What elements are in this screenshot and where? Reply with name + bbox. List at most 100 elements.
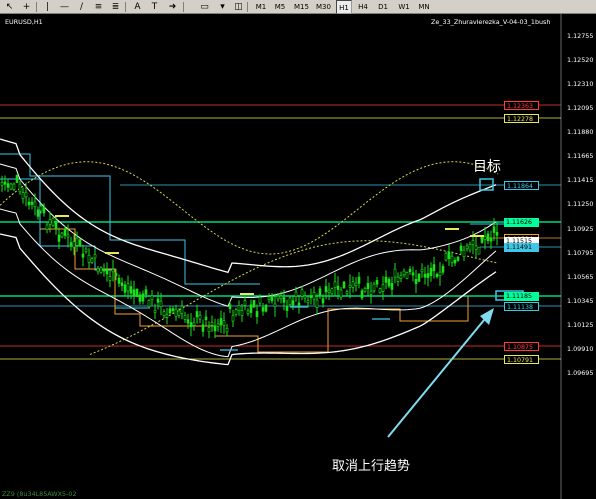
- label-tool-icon[interactable]: T: [148, 1, 161, 12]
- candle-body: [471, 240, 475, 245]
- candle-body: [474, 245, 478, 250]
- candle-body: [384, 276, 388, 283]
- timeframe-m30-button[interactable]: M30: [314, 0, 333, 14]
- candle-body: [297, 302, 301, 307]
- candle-body: [231, 315, 235, 322]
- candle-body: [234, 309, 238, 315]
- candle-body: [78, 239, 82, 247]
- candle-body: [486, 233, 490, 242]
- chart-toolbar: ↖ + | — ∕ ≡ ≣ A T ➜ ▭ ▾ ◫ M1 M5 M15 M30 H1 H4…: [0, 0, 596, 14]
- price-tick-label: 1.10925: [567, 225, 594, 233]
- price-tag-l9: 1.11138: [504, 302, 539, 311]
- candle-body: [294, 291, 298, 297]
- candle-body: [138, 294, 142, 302]
- candle-body: [159, 300, 163, 308]
- timeframe-mn-button[interactable]: MN: [416, 0, 432, 14]
- trendline-icon[interactable]: ∕: [75, 1, 88, 12]
- candle-body: [99, 267, 103, 273]
- candle-body: [96, 268, 100, 273]
- symbol-label: EURUSD,H1: [5, 18, 43, 26]
- candle-body: [126, 283, 130, 292]
- vertical-line-icon[interactable]: |: [41, 1, 54, 12]
- timeframe-h1-button[interactable]: H1: [336, 0, 352, 14]
- candle-body: [162, 311, 166, 317]
- cursor-icon[interactable]: ↖: [3, 1, 16, 12]
- channel-icon[interactable]: ≡: [92, 1, 105, 12]
- candle-body: [345, 291, 349, 294]
- arrow-tool-icon[interactable]: ➜: [166, 1, 179, 12]
- shapes-icon[interactable]: ▭: [198, 1, 211, 12]
- candle-body: [213, 325, 217, 332]
- candle-body: [441, 265, 445, 273]
- candle-body: [237, 305, 241, 312]
- candle-body: [423, 273, 427, 278]
- price-tick-label: 1.11250: [567, 200, 594, 208]
- candle-body: [393, 268, 397, 278]
- toolbar-separator: [125, 2, 126, 12]
- candle-body: [225, 328, 229, 333]
- template-icon[interactable]: ◫: [232, 1, 245, 12]
- timeframe-m5-button[interactable]: M5: [272, 0, 288, 14]
- candle-body: [444, 252, 448, 261]
- candle-body: [366, 282, 370, 290]
- candle-body: [282, 297, 286, 303]
- cancel-uptrend-annotation: 取消上行趋势: [332, 459, 411, 474]
- candle-body: [324, 286, 328, 293]
- candle-body: [144, 289, 148, 295]
- candle-body: [354, 282, 358, 286]
- chart-area[interactable]: EURUSD,H1 Ze_33_Zhuravlerezka_V-04-03_1b…: [0, 14, 596, 499]
- candle-body: [279, 295, 283, 300]
- candle-body: [417, 273, 421, 282]
- timeframe-w1-button[interactable]: W1: [396, 0, 412, 14]
- candle-body: [285, 306, 289, 312]
- candle-body: [141, 293, 145, 302]
- candle-body: [15, 174, 19, 183]
- candle-body: [186, 319, 190, 324]
- crosshair-icon[interactable]: +: [20, 1, 33, 12]
- candle-body: [93, 254, 97, 259]
- text-tool-icon[interactable]: A: [131, 1, 144, 12]
- horizontal-line-icon[interactable]: —: [58, 1, 71, 12]
- candle-body: [333, 281, 337, 288]
- candle-body: [489, 238, 493, 242]
- candle-body: [87, 254, 91, 263]
- candle-body: [288, 297, 292, 305]
- timeframe-h4-button[interactable]: H4: [355, 0, 371, 14]
- candle-body: [258, 297, 262, 304]
- price-tag-l1: 1.12363: [504, 101, 539, 110]
- candle-body: [150, 295, 154, 300]
- candle-body: [39, 205, 43, 212]
- candle-body: [465, 245, 469, 250]
- candle-body: [174, 308, 178, 317]
- candle-body: [336, 285, 340, 290]
- fibonacci-icon[interactable]: ≣: [109, 1, 122, 12]
- candle-body: [480, 236, 484, 243]
- candle-body: [435, 273, 439, 278]
- candle-body: [429, 267, 433, 277]
- period-dropdown-icon[interactable]: ▾: [216, 1, 229, 12]
- price-tick-label: 1.11880: [567, 128, 594, 136]
- candle-body: [222, 320, 226, 326]
- candle-body: [117, 277, 121, 284]
- candle-body: [114, 273, 118, 276]
- candle-body: [372, 283, 376, 292]
- candle-body: [330, 288, 334, 295]
- candle-body: [348, 284, 352, 288]
- timeframe-m1-button[interactable]: M1: [253, 0, 269, 14]
- candle-body: [375, 280, 379, 285]
- candle-body: [219, 318, 223, 326]
- candle-body: [438, 271, 442, 277]
- price-tag-l3: 1.11864: [504, 181, 539, 190]
- candle-body: [495, 232, 499, 236]
- candle-body: [45, 224, 49, 230]
- candle-body: [198, 314, 202, 320]
- candle-body: [327, 289, 331, 293]
- candle-body: [111, 268, 115, 273]
- timeframe-d1-button[interactable]: D1: [375, 0, 391, 14]
- candle-body: [270, 295, 274, 302]
- candle-body: [156, 298, 160, 303]
- timeframe-m15-button[interactable]: M15: [292, 0, 311, 14]
- candle-body: [204, 316, 208, 321]
- candle-body: [426, 273, 430, 278]
- price-tick-label: 1.09695: [567, 369, 594, 377]
